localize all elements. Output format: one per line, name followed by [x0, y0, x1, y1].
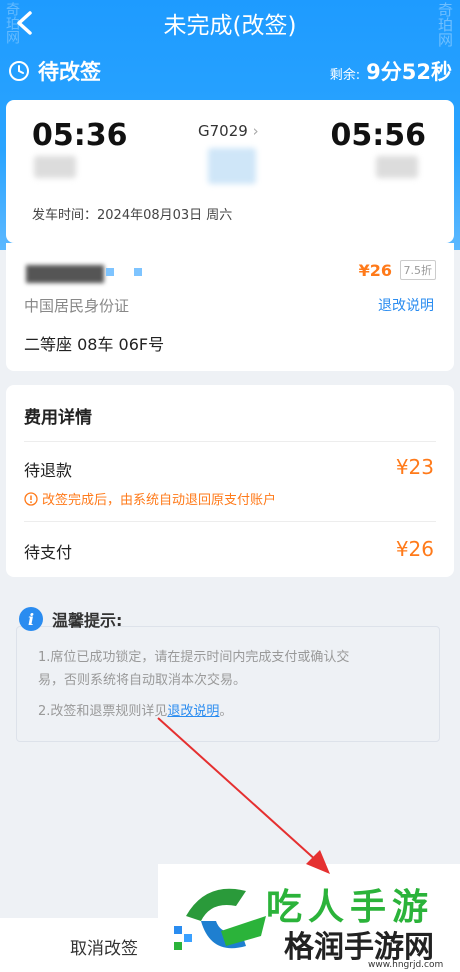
tips-line-2-suffix: 。 [219, 704, 233, 719]
status-row: 待改签 剩余: 9分52秒 [0, 52, 460, 90]
chevron-right-icon: › [252, 122, 259, 140]
status-title: 待改签 [38, 60, 101, 84]
arrive-time: 05:56 [330, 118, 427, 153]
page-title: 未完成(改签) [163, 13, 297, 39]
remaining-label: 剩余: [329, 68, 361, 83]
fee-details-title: 费用详情 [24, 408, 92, 428]
passenger-tag-dot [134, 268, 142, 276]
refund-note: 改签完成后，由系统自动退回原支付账户 [24, 489, 276, 508]
passenger-tag-dot [106, 268, 114, 276]
depart-info: 发车时间：2024年08月03日 周六 [32, 208, 233, 223]
tips-line-1b: 易，否则系统将自动取消本次交易。 [38, 673, 247, 688]
warning-icon [24, 491, 38, 506]
chevron-left-icon [17, 11, 32, 35]
tips-title: 温馨提示: [52, 611, 123, 630]
site-watermark: 吃人手游 格润手游网 www.hngrjd.com [158, 864, 460, 972]
pay-amount: ¥26 [395, 537, 434, 561]
depart-station-blurred [34, 156, 76, 178]
tips-line-2: 2.改签和退票规则详见退改说明。 [38, 700, 428, 723]
seat-info: 二等座 08车 06F号 [24, 335, 165, 354]
train-number-text: G7029 [198, 122, 248, 140]
id-type: 中国居民身份证 [24, 297, 130, 315]
site-logo-icon [174, 888, 266, 950]
depart-time: 05:36 [32, 118, 128, 153]
remaining-value: 9分52秒 [366, 60, 452, 84]
nav-bar: 未完成(改签) [0, 0, 460, 46]
duration-blurred [208, 148, 256, 184]
fee-details-card: 费用详情 待退款 ¥23 改签完成后，由系统自动退回原支付账户 待支付 ¥26 [6, 385, 454, 577]
cancel-change-button[interactable]: 取消改签 [70, 934, 138, 959]
discount-badge: 7.5折 [399, 260, 436, 280]
passenger-card: ¥26 7.5折 中国居民身份证 退改说明 二等座 08车 06F号 [6, 243, 454, 371]
refund-note-text: 改签完成后，由系统自动退回原支付账户 [42, 493, 277, 508]
pay-label: 待支付 [24, 543, 73, 562]
clock-icon [9, 61, 29, 81]
ticket-price: ¥26 [358, 261, 392, 280]
passenger-name-blurred [26, 265, 104, 283]
ticket-card: 05:36 G7029 › 05:56 发车时间：2024年08月03日 周六 [6, 100, 454, 243]
arrive-station-blurred [376, 156, 418, 178]
back-button[interactable] [8, 6, 42, 40]
remaining-time: 剩余: 9分52秒 [330, 56, 452, 86]
divider [24, 521, 436, 522]
watermark-url: www.hngrjd.com [368, 960, 444, 970]
info-icon: i [19, 607, 43, 631]
svg-text:i: i [28, 610, 34, 629]
tips-line-2-prefix: 2.改签和退票规则详见 [38, 704, 168, 719]
tips-rules-link[interactable]: 退改说明 [167, 704, 219, 719]
refund-amount: ¥23 [395, 455, 434, 479]
tips-header: i 温馨提示: [18, 606, 122, 632]
tips-line-1a: 1.席位已成功锁定，请在提示时间内完成支付或确认交 [38, 650, 350, 665]
divider [24, 441, 436, 442]
refund-rules-link[interactable]: 退改说明 [378, 295, 434, 315]
refund-label: 待退款 [24, 461, 73, 480]
train-number[interactable]: G7029 › [198, 122, 259, 140]
